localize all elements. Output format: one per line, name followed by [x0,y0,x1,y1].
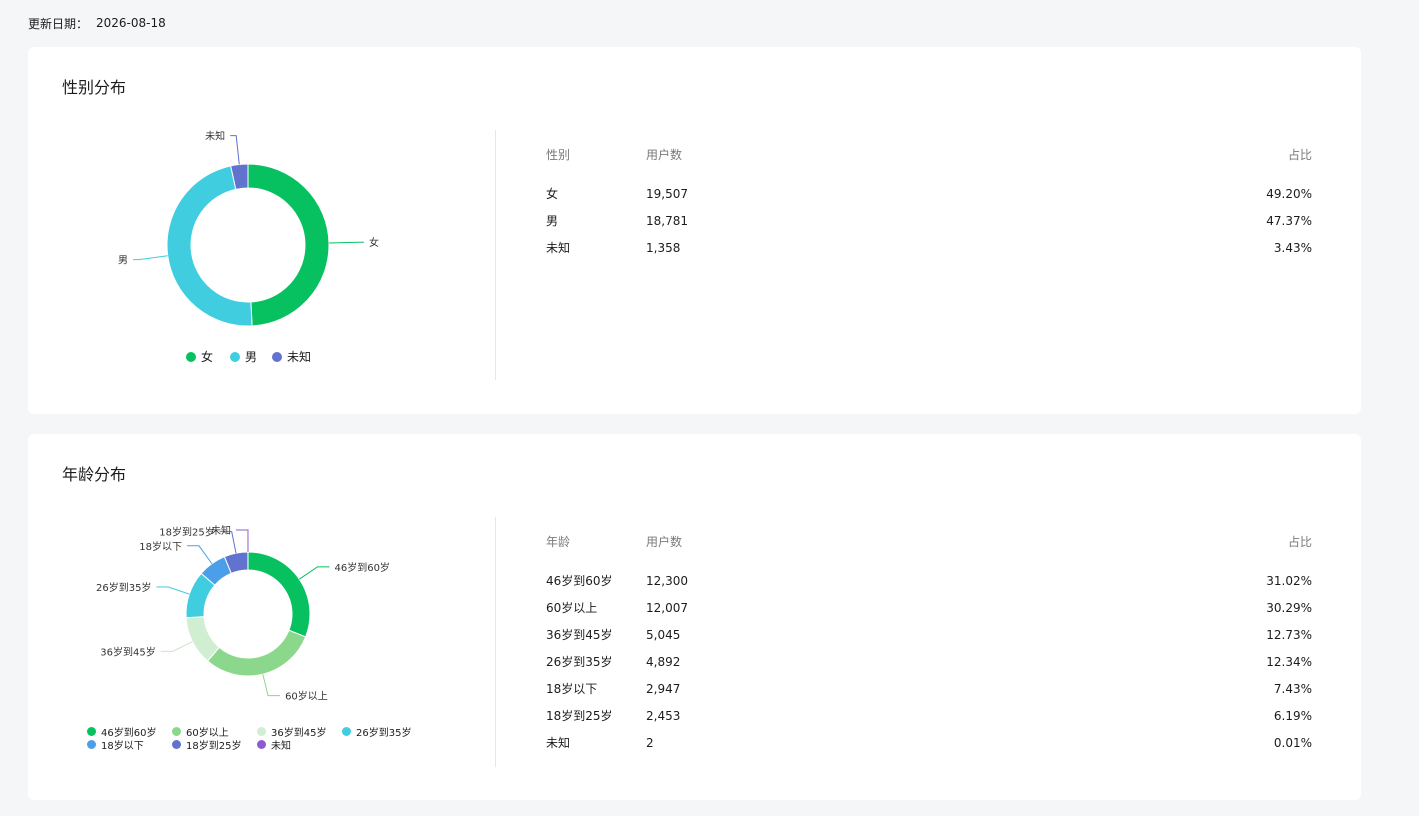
table-header: 年龄 用户数 占比 [546,535,1312,549]
slice-label: 男 [118,255,128,267]
age-legend-item[interactable]: 18岁以下 [87,737,144,752]
update-date-row: 更新日期： 2026-08-18 [28,14,166,32]
slice-label: 60岁以上 [285,690,328,703]
gender-donut-svg: 女男 未知 [118,130,379,327]
leader-line [299,566,330,580]
gender-donut-chart: 女男未知 女 男 未知 [28,47,495,413]
donut-slice[interactable] [247,551,311,638]
leader-line [230,135,240,165]
legend-dot [257,727,266,736]
slice-label: 26岁到35岁 [96,581,151,594]
donut-slice[interactable] [166,165,253,327]
table-row: 36岁到45岁 5,045 12.73% [546,628,1312,642]
slice-label: 36岁到45岁 [100,645,155,658]
leader-line [186,545,213,564]
age-legend-item[interactable]: 18岁到25岁 [172,737,241,752]
leader-line [235,529,249,553]
leader-line [328,241,364,244]
update-date-value: 2026-08-18 [96,16,166,30]
table-header: 性别 用户数 占比 [546,148,1312,162]
legend-dot [87,740,96,749]
donut-slice[interactable] [247,163,330,327]
legend-dot [172,740,181,749]
table-row: 60岁以上 12,007 30.29% [546,601,1312,615]
age-donut-chart: 46岁到60岁 60岁以上 36岁到45岁 26岁到35岁 18岁以下 18岁到25岁 未知… [28,434,495,800]
legend-dot [87,727,96,736]
slice-label: 18岁以下 [139,540,182,553]
table-row: 女 19,507 49.20% [546,187,1312,201]
age-distribution-card: 年龄分布 46岁到60岁 60岁以上 36岁到45岁 26岁到35岁 18岁以下 18岁到… [28,434,1361,800]
table-row: 男 18,781 47.37% [546,214,1312,228]
table-row: 18岁到25岁 2,453 6.19% [546,709,1312,723]
leader-line [156,586,190,595]
card-divider [495,130,496,380]
slice-label: 未知 [205,130,225,143]
table-row: 18岁以下 2,947 7.43% [546,682,1312,696]
legend-dot [257,740,266,749]
age-legend-item[interactable]: 未知 [257,737,291,752]
leader-line [262,674,281,697]
legend-dot [230,351,240,362]
age-table: 年龄 用户数 占比 46岁到60岁 12,300 31.02% 60岁以上 12… [546,532,1312,760]
legend-dot [172,727,181,736]
slice-label: 未知 [211,524,231,537]
slice-label: 18岁到25岁 [159,526,214,539]
gender-distribution-card: 性别分布 女男未知 女 男 未知 性别 用户数 占比 女 19,507 49.2… [28,47,1361,414]
leader-line [160,641,193,652]
gender-legend-item[interactable]: 女 [186,348,213,365]
gender-legend-item[interactable]: 未知 [272,348,311,365]
slice-label: 46岁到60岁 [334,561,389,574]
table-row: 未知 2 0.01% [546,736,1312,750]
legend-dot [342,727,351,736]
table-row: 46岁到60岁 12,300 31.02% [546,574,1312,588]
slice-label: 女 [369,236,379,249]
gender-legend-item[interactable]: 男 [230,348,257,365]
age-legend-item[interactable]: 26岁到35岁 [342,724,411,739]
table-row: 未知 1,358 3.43% [546,241,1312,255]
card-divider [495,517,496,767]
donut-slice[interactable] [206,629,307,677]
update-date-label: 更新日期： [28,16,89,31]
leader-line [132,255,168,261]
legend-dot [186,351,196,362]
table-row: 26岁到35岁 4,892 12.34% [546,655,1312,669]
legend-dot [272,351,282,362]
gender-table: 性别 用户数 占比 女 19,507 49.20% 男 18,781 47.37… [546,145,1312,265]
